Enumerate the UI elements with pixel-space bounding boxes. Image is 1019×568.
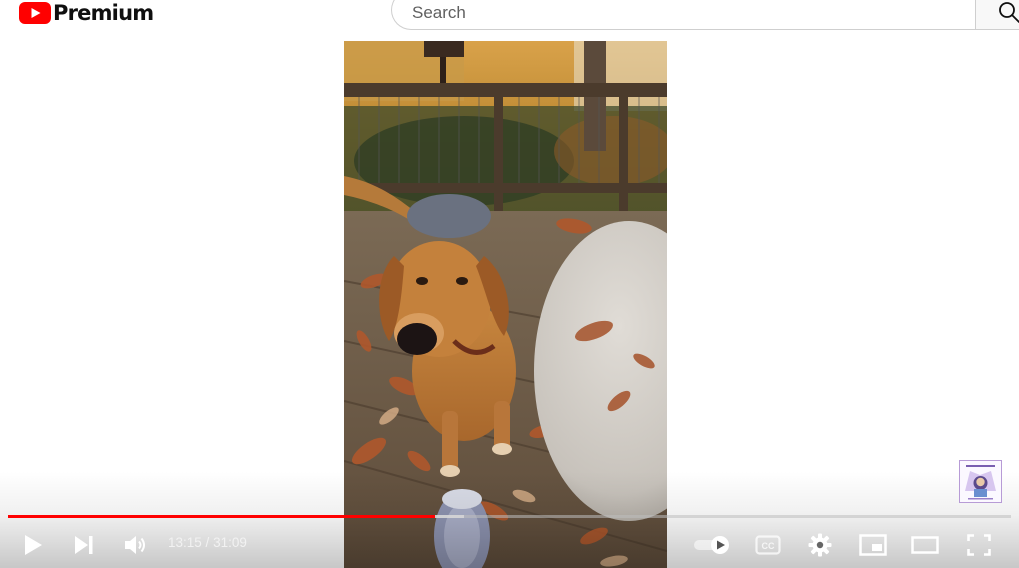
autoplay-toggle-icon [694,535,729,554]
logo-text: Premium [53,1,154,25]
masthead: Premium [0,0,1019,34]
next-icon [75,535,93,554]
miniplayer-icon [859,533,887,556]
play-icon [25,534,42,555]
fullscreen-icon [967,533,991,556]
channel-watermark-image [960,461,1001,502]
search-box[interactable] [391,0,976,30]
youtube-play-logo-icon [19,2,51,24]
current-time: 13:15 [168,535,202,550]
video-scene-dog-on-deck [344,41,667,568]
play-button[interactable] [18,521,48,568]
search-button[interactable] [975,0,1019,30]
time-separator: / [201,535,214,550]
miniplayer-button[interactable] [856,521,890,568]
settings-icon [808,533,832,556]
time-display: 13:15 / 31:09 [168,535,247,550]
progress-bar[interactable] [8,515,1011,518]
theater-mode-icon [911,535,939,554]
search-icon [999,2,1019,23]
volume-icon [125,535,145,554]
search-input[interactable] [410,1,954,25]
video-frame[interactable] [344,41,667,568]
subtitles-icon: CC [755,534,781,555]
player-controls: 13:15 / 31:09 CC [0,521,1019,568]
volume-button[interactable] [119,521,153,568]
duration: 31:09 [213,535,247,550]
video-player[interactable]: 13:15 / 31:09 CC [0,41,1019,568]
progress-played [8,515,435,518]
channel-watermark[interactable] [959,460,1002,503]
youtube-premium-logo[interactable]: Premium [19,0,154,26]
fullscreen-button[interactable] [962,521,996,568]
subtitles-button[interactable]: CC [751,521,785,568]
autoplay-toggle[interactable] [690,521,734,568]
settings-button[interactable] [803,521,837,568]
next-button[interactable] [68,521,100,568]
subtitles-label: CC [762,541,775,551]
theater-mode-button[interactable] [907,521,943,568]
